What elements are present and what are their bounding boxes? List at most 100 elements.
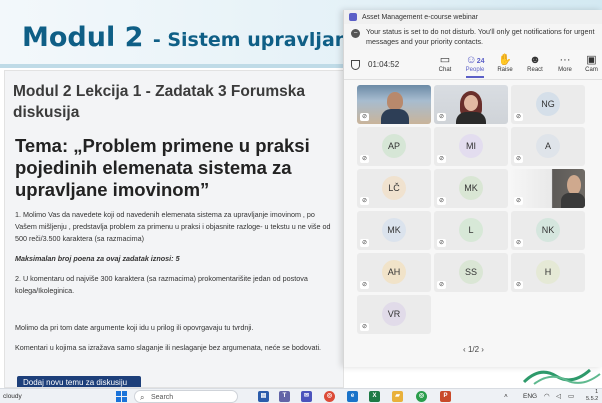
participant-tile[interactable]: ⊘ [357,85,431,124]
language-indicator[interactable]: ENG [523,390,537,403]
mic-muted-icon: ⊘ [360,323,369,331]
mic-muted-icon: ⊘ [360,155,369,163]
shield-icon [351,60,360,70]
camera-icon: ▣ [586,54,597,66]
powerpoint-icon[interactable]: P [440,391,451,402]
mic-muted-icon: ⊘ [360,239,369,247]
participant-tile[interactable]: L ⊘ [434,211,508,250]
people-icon: ☺24 [465,54,485,66]
prev-page-button[interactable]: ‹ [463,345,466,354]
topic-heading: Tema: „Problem primene u praksi pojedini… [15,135,310,200]
participant-avatar: H [536,259,560,284]
participant-tile[interactable]: NK ⊘ [511,211,585,250]
participant-video-body [456,112,486,124]
instruction-1: 1. Molimo Vas da navedete koji od navede… [15,210,331,243]
dnd-notice-text: Your status is set to do not disturb. Yo… [366,27,595,46]
add-topic-button[interactable]: Dodaj novu temu za diskusiju [17,376,141,387]
raise-hand-button[interactable]: ✋ Raise [490,53,520,73]
participant-tile[interactable]: H ⊘ [511,253,585,292]
tray-chevron-icon[interactable]: ˄ [504,390,508,403]
mic-muted-icon: ⊘ [360,197,369,205]
edge-icon[interactable]: e [347,391,358,402]
participant-tile[interactable]: SS ⊘ [434,253,508,292]
instruction-3: Molimo da pri tom date argumente koji id… [15,323,254,332]
task-view-icon[interactable]: ▤ [258,391,269,402]
participant-tile[interactable]: VR ⊘ [357,295,431,334]
lesson-title: Modul 2 Lekcija 1 - Zadatak 3 Forumska d… [13,83,306,121]
file-explorer-icon[interactable]: ▰ [392,391,403,402]
participant-avatar: NK [536,217,560,242]
search-placeholder: Search [151,394,174,401]
raise-label: Raise [497,67,513,73]
participant-tile[interactable]: AP ⊘ [357,127,431,166]
participant-avatar: A [536,133,560,158]
mic-muted-icon: ⊘ [514,113,523,121]
mic-muted-icon: ⊘ [514,155,523,163]
react-button[interactable]: ☻ React [520,53,550,73]
people-count: 24 [476,58,485,65]
participant-video-body [561,193,585,208]
participant-tile[interactable]: ⊘ [434,85,508,124]
system-clock[interactable]: 1 5.5.2 [586,389,598,402]
chrome-alt-icon[interactable]: ◎ [416,391,427,402]
pager: ‹ 1/2 › [344,345,602,354]
teams-app-icon[interactable]: T [279,391,290,402]
react-label: React [527,67,543,73]
participant-avatar: NG [536,91,560,116]
camera-button[interactable]: ▣ Cam [580,53,602,73]
search-icon: ⌕ [140,393,145,402]
mic-muted-icon: ⊘ [437,155,446,163]
mic-muted-icon: ⊘ [437,239,446,247]
weather-widget[interactable]: cloudy [3,390,22,403]
people-label: People [465,67,485,73]
chrome-icon[interactable]: ◎ [324,391,335,402]
participant-tile[interactable]: ⊘ [511,169,585,208]
participant-avatar: MK [382,217,406,242]
course-page: Modul 2 Lekcija 1 - Zadatak 3 Forumska d… [4,70,344,388]
wifi-icon[interactable]: ◠ [544,390,550,403]
clock-time: 1 [595,389,599,395]
chat-label: Chat [438,67,452,73]
meeting-timer: 01:04:52 [368,60,400,69]
participant-tile[interactable]: A ⊘ [511,127,585,166]
participant-avatar: AH [382,259,406,284]
participant-grid: ⊘ ⊘ NG ⊘ AP ⊘ MI ⊘ A ⊘ LČ ⊘ MK ⊘ ⊘ MK ⊘ L ⊘ NK ⊘ AH ⊘ SS ⊘ H ⊘ VR ⊘ [357,85,586,334]
banner-module: Modul 2 [22,22,144,53]
teams-titlebar: Asset Management e-course webinar [344,10,602,24]
volume-icon[interactable]: ◁ [556,390,561,403]
participant-tile[interactable]: AH ⊘ [357,253,431,292]
mic-muted-icon: ⊘ [360,281,369,289]
more-icon: ··· [559,54,571,66]
people-button[interactable]: ☺24 People [460,53,490,78]
more-button[interactable]: ··· More [550,53,580,73]
chat-button[interactable]: ▭ Chat [430,53,460,73]
mic-muted-icon: ⊘ [514,281,523,289]
mic-muted-icon: ⊘ [514,197,523,205]
participant-avatar: VR [382,301,406,326]
teams-chat-icon[interactable]: ✉ [301,391,312,402]
taskbar-search[interactable]: ⌕ Search [134,390,238,403]
mic-muted-icon: ⊘ [360,113,369,121]
participant-tile[interactable]: NG ⊘ [511,85,585,124]
participant-tile[interactable]: MK ⊘ [434,169,508,208]
page-indicator: 1/2 [467,345,480,354]
max-points: Maksimalan broj poena za ovaj zadatak iz… [15,254,180,263]
participant-video-body [381,109,409,124]
chat-icon: ▭ [439,54,451,66]
raise-hand-icon: ✋ [498,54,512,66]
teams-meeting-window: Asset Management e-course webinar − Your… [343,10,602,367]
participant-tile[interactable]: MK ⊘ [357,211,431,250]
info-icon: − [351,29,360,38]
meeting-toolbar: 01:04:52 ▭ Chat ☺24 People ✋ Raise ☻ Rea… [344,50,602,80]
mic-muted-icon: ⊘ [514,239,523,247]
next-page-button[interactable]: › [481,345,484,354]
participant-avatar: MI [459,133,483,158]
windows-start-icon[interactable] [116,391,127,402]
excel-icon[interactable]: X [369,391,380,402]
participant-tile[interactable]: LČ ⊘ [357,169,431,208]
teams-logo-icon [349,13,357,21]
participant-avatar: LČ [382,175,406,200]
participant-tile[interactable]: MI ⊘ [434,127,508,166]
participant-video-person [567,175,581,195]
battery-icon[interactable]: ▭ [568,390,574,403]
